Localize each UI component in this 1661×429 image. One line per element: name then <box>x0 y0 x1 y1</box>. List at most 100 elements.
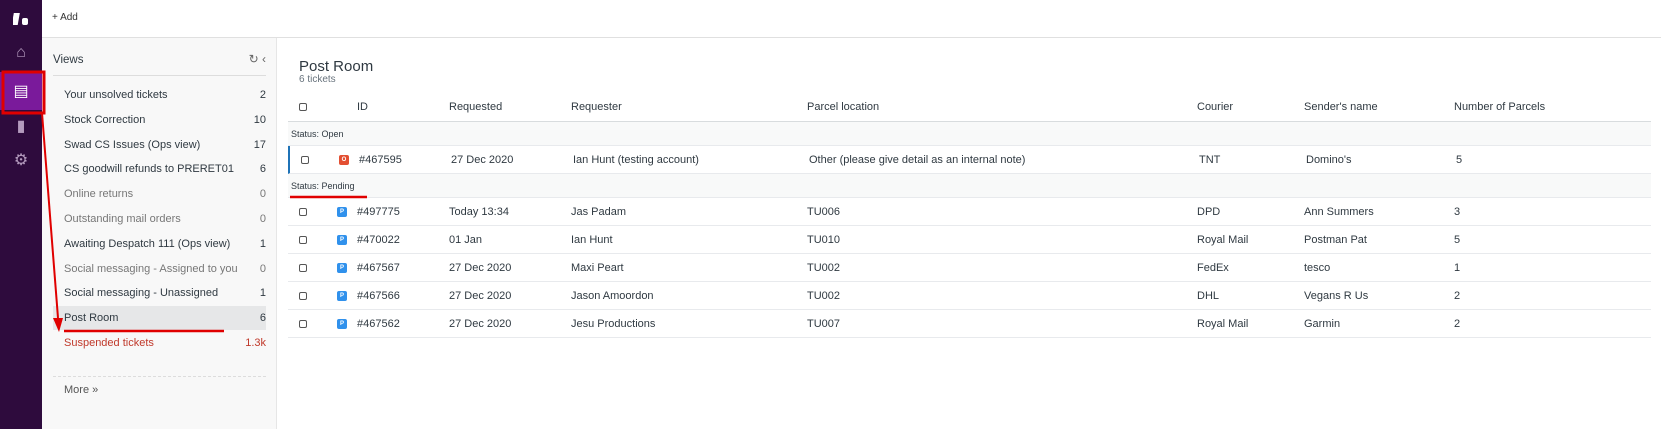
sender-name: Ann Summers <box>1304 205 1374 218</box>
sender-name: tesco <box>1304 261 1331 274</box>
courier: Royal Mail <box>1197 317 1249 330</box>
view-label: Awaiting Despatch 111 (Ops view) <box>64 237 231 250</box>
status-badge: P <box>337 318 347 329</box>
status-badge: P <box>337 234 347 245</box>
view-item[interactable]: Social messaging - Unassigned 1 <box>53 281 266 305</box>
requested-date: 01 Jan <box>449 233 483 246</box>
row-checkbox[interactable] <box>299 263 307 272</box>
status-badge: O <box>339 154 349 165</box>
settings-gear-icon[interactable]: ⚙ <box>0 141 42 179</box>
requester: Jesu Productions <box>571 317 656 330</box>
sender-name: Domino's <box>1306 153 1352 166</box>
requester: Ian Hunt <box>571 233 613 246</box>
requested-date: 27 Dec 2020 <box>449 317 512 330</box>
ticket-id[interactable]: #467595 <box>359 154 402 166</box>
column-header-sender[interactable]: Sender's name <box>1304 101 1378 113</box>
courier: TNT <box>1199 153 1221 166</box>
table-row[interactable]: P #467567 27 Dec 2020 Maxi Peart TU002 F… <box>288 254 1651 282</box>
table-row[interactable]: O #467595 27 Dec 2020 Ian Hunt (testing … <box>288 146 1651 174</box>
status-badge: P <box>337 262 347 273</box>
parcel-location: TU002 <box>807 289 841 302</box>
row-checkbox[interactable] <box>299 319 307 328</box>
view-item[interactable]: Outstanding mail orders 0 <box>53 207 266 231</box>
reporting-icon[interactable]: ▮ <box>0 107 42 145</box>
view-count: 17 <box>253 138 266 151</box>
requested-date: 27 Dec 2020 <box>449 261 512 274</box>
view-item[interactable]: Awaiting Despatch 111 (Ops view) 1 <box>53 232 266 256</box>
view-count: 0 <box>259 213 266 225</box>
parcel-location: TU006 <box>807 205 841 218</box>
status-badge: P <box>337 206 347 217</box>
row-checkbox[interactable] <box>299 291 307 300</box>
requester: Ian Hunt (testing account) <box>573 153 699 166</box>
ticket-view: Post Room 6 tickets ID Requested Request… <box>278 38 1661 429</box>
collapse-chevron-icon[interactable]: ‹ <box>262 52 266 66</box>
table-row[interactable]: P #467562 27 Dec 2020 Jesu Productions T… <box>288 310 1651 338</box>
sender-name: Vegans R Us <box>1304 289 1369 302</box>
ticket-id[interactable]: #497775 <box>357 206 400 218</box>
table-header: ID Requested Requester Parcel location C… <box>288 92 1651 122</box>
view-label: Suspended tickets <box>64 337 154 349</box>
row-checkbox[interactable] <box>299 235 307 244</box>
column-header-requested[interactable]: Requested <box>449 101 502 113</box>
view-label: Outstanding mail orders <box>64 213 181 225</box>
page-title: Post Room <box>299 58 374 75</box>
requested-date: 27 Dec 2020 <box>451 153 514 166</box>
number-of-parcels: 3 <box>1454 205 1461 218</box>
parcel-location: TU010 <box>807 233 841 246</box>
status-badge: P <box>337 290 347 301</box>
select-all-checkbox[interactable] <box>299 102 307 111</box>
table-row[interactable]: P #470022 01 Jan Ian Hunt TU010 Royal Ma… <box>288 226 1651 254</box>
number-of-parcels: 2 <box>1454 289 1461 302</box>
column-header-requester[interactable]: Requester <box>571 101 622 113</box>
view-label: Stock Correction <box>64 113 146 126</box>
zendesk-logo-icon[interactable] <box>0 0 42 38</box>
view-item[interactable]: Swad CS Issues (Ops view) 17 <box>53 133 266 157</box>
column-header-id[interactable]: ID <box>357 101 368 113</box>
status-group-header: Status: Open <box>288 122 1651 146</box>
requester: Jas Padam <box>571 205 627 218</box>
sender-name: Postman Pat <box>1304 233 1367 246</box>
table-row[interactable]: P #497775 Today 13:34 Jas Padam TU006 DP… <box>288 198 1651 226</box>
parcel-location: TU002 <box>807 261 841 274</box>
view-item[interactable]: CS goodwill refunds to PRERET01 6 <box>53 157 266 181</box>
ticket-id[interactable]: #467567 <box>357 262 400 274</box>
courier: Royal Mail <box>1197 233 1249 246</box>
views-header: Views ↻ ‹ <box>53 52 266 76</box>
view-count: 1 <box>259 287 266 300</box>
requested-date: Today 13:34 <box>449 205 509 218</box>
views-title: Views <box>53 54 84 66</box>
row-checkbox[interactable] <box>301 155 309 164</box>
requester: Maxi Peart <box>571 261 624 274</box>
view-count: 1.3k <box>245 337 266 349</box>
view-count: 1 <box>259 237 266 250</box>
view-item[interactable]: Suspended tickets 1.3k <box>53 331 266 355</box>
refresh-icon[interactable]: ↻ <box>249 52 259 66</box>
row-checkbox[interactable] <box>299 207 307 216</box>
view-count: 2 <box>259 89 266 101</box>
more-link[interactable]: More » <box>53 376 266 403</box>
ticket-id[interactable]: #467562 <box>357 318 400 330</box>
parcel-location: Other (please give detail as an internal… <box>809 153 1026 166</box>
view-item[interactable]: Your unsolved tickets 2 <box>53 83 266 107</box>
view-count: 6 <box>259 163 266 176</box>
view-item[interactable]: Online returns 0 <box>53 182 266 206</box>
column-header-parcels[interactable]: Number of Parcels <box>1454 101 1545 113</box>
ticket-id[interactable]: #467566 <box>357 290 400 302</box>
status-group-header: Status: Pending <box>288 174 1651 198</box>
add-button[interactable]: + Add <box>52 12 78 23</box>
ticket-id[interactable]: #470022 <box>357 234 400 246</box>
column-header-parcel-location[interactable]: Parcel location <box>807 101 879 113</box>
view-item[interactable]: Stock Correction 10 <box>53 108 266 132</box>
courier: DPD <box>1197 205 1221 218</box>
table-row[interactable]: P #467566 27 Dec 2020 Jason Amoordon TU0… <box>288 282 1651 310</box>
top-bar: + Add <box>42 0 1661 38</box>
view-item[interactable]: Post Room 6 <box>53 306 266 331</box>
courier: DHL <box>1197 289 1220 302</box>
column-header-courier[interactable]: Courier <box>1197 101 1233 113</box>
home-icon[interactable]: ⌂ <box>0 34 42 72</box>
view-label: Online returns <box>64 188 134 201</box>
view-label: Social messaging - Unassigned <box>64 287 219 300</box>
views-icon[interactable]: ▤ <box>0 72 42 110</box>
view-item[interactable]: Social messaging - Assigned to you 0 <box>53 257 266 281</box>
